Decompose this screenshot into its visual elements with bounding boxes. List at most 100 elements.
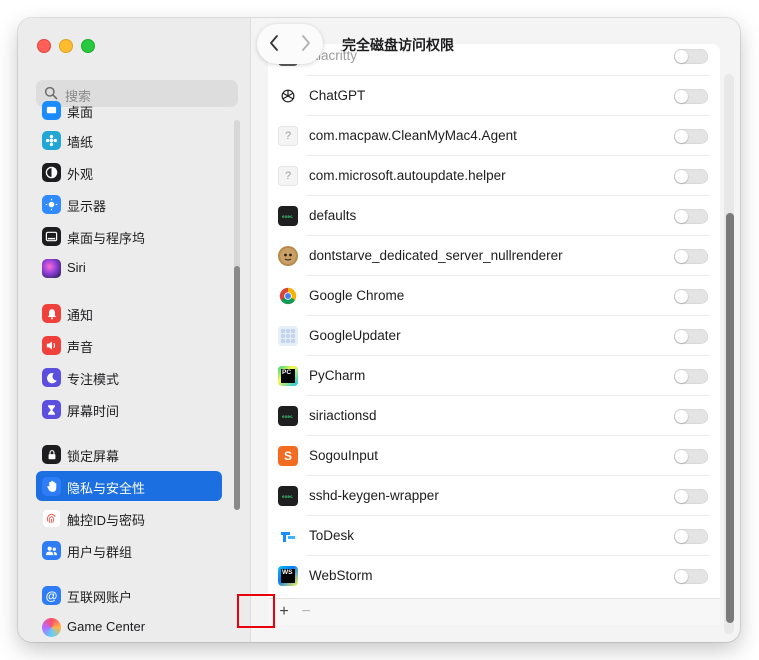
app-row: S SogouInput [268, 436, 720, 476]
svg-text:exec: exec [282, 495, 293, 499]
app-access-toggle[interactable] [674, 409, 708, 424]
at-icon: @ [42, 586, 61, 605]
add-app-button[interactable]: + [274, 602, 294, 622]
generic-file-icon: ? [278, 166, 298, 186]
svg-text:exec: exec [282, 415, 293, 419]
webstorm-icon: WS [278, 566, 298, 586]
app-name: WebStorm [309, 568, 373, 583]
sidebar-item-label: 外观 [67, 167, 94, 182]
sidebar-item-label: 触控ID与密码 [67, 513, 146, 528]
app-access-toggle[interactable] [674, 289, 708, 304]
sidebar-item-wallpaper[interactable]: 墙纸 [36, 125, 222, 155]
terminal-icon: exec [278, 206, 298, 226]
sidebar-item-label: 屏幕时间 [67, 404, 120, 419]
sidebar-item-appearance[interactable]: 外观 [36, 157, 222, 187]
sidebar-scrollbar-thumb[interactable] [234, 266, 240, 510]
app-access-toggle[interactable] [674, 249, 708, 264]
desktop-icon [42, 101, 61, 120]
app-name: Google Chrome [309, 288, 405, 303]
remove-app-button[interactable]: − [296, 602, 316, 622]
app-row: Alacritty [268, 44, 720, 76]
sidebar-item-users-groups[interactable]: 用户与群组 [36, 535, 222, 565]
add-button-highlight-box [237, 594, 275, 628]
moon-icon [42, 368, 61, 387]
sidebar-item-privacy-security[interactable]: 隐私与安全性 [36, 471, 222, 501]
app-row: PC PyCharm [268, 356, 720, 396]
sidebar-item-desktop[interactable]: 桌面 [36, 95, 222, 125]
app-row: ? com.macpaw.CleanMyMac4.Agent [268, 116, 720, 156]
sidebar-item-label: 通知 [67, 308, 94, 323]
sidebar-item-display[interactable]: 显示器 [36, 189, 222, 219]
minimize-window-button[interactable] [59, 39, 73, 53]
app-name: siriactionsd [309, 408, 377, 423]
sidebar-item-sound[interactable]: 声音 [36, 330, 222, 360]
chrome-icon [278, 286, 298, 306]
sidebar-item-notifications[interactable]: 通知 [36, 298, 222, 328]
app-row: exec defaults [268, 196, 720, 236]
app-name: SogouInput [309, 448, 379, 463]
toggle-knob [675, 170, 688, 183]
app-name: PyCharm [309, 368, 366, 383]
app-row: Google Chrome [268, 276, 720, 316]
app-access-toggle[interactable] [674, 329, 708, 344]
sidebar-item-internet-accounts[interactable]: @ 互联网账户 [36, 580, 222, 610]
chatgpt-icon [278, 86, 298, 106]
app-name: defaults [309, 208, 357, 223]
forward-button[interactable] [301, 34, 311, 57]
game-center-icon [42, 618, 61, 637]
app-access-toggle[interactable] [674, 169, 708, 184]
app-access-toggle[interactable] [674, 489, 708, 504]
main-scrollbar-thumb[interactable] [726, 213, 734, 623]
hourglass-icon [42, 400, 61, 419]
sidebar-item-touch-id[interactable]: 触控ID与密码 [36, 503, 222, 533]
sidebar-item-label: 锁定屏幕 [67, 449, 120, 464]
close-window-button[interactable] [37, 39, 51, 53]
app-access-toggle[interactable] [674, 569, 708, 584]
toggle-knob [675, 50, 688, 63]
lock-screen-icon [42, 445, 61, 464]
app-access-toggle[interactable] [674, 449, 708, 464]
sidebar-item-dock[interactable]: 桌面与程序坞 [36, 221, 222, 251]
zoom-window-button[interactable] [81, 39, 95, 53]
app-row: WS WebStorm [268, 556, 720, 596]
toggle-knob [675, 530, 688, 543]
sidebar-item-siri[interactable]: Siri [36, 253, 222, 283]
app-name: dontstarve_dedicated_server_nullrenderer [309, 248, 563, 263]
wallpaper-icon [42, 131, 61, 150]
dock-icon [42, 227, 61, 246]
sidebar: 搜索 桌面 墙纸 外观 显示器 桌面与程序坞 Siri 通知 声音 专注模式 屏… [18, 18, 251, 642]
app-access-toggle[interactable] [674, 49, 708, 64]
sidebar-item-label: 墙纸 [67, 135, 94, 150]
siri-icon [42, 259, 61, 278]
list-footer: + − [268, 598, 720, 625]
back-button[interactable] [269, 34, 279, 57]
app-name: com.macpaw.CleanMyMac4.Agent [309, 128, 517, 143]
app-access-toggle[interactable] [674, 129, 708, 144]
users-icon [42, 541, 61, 560]
google-updater-icon [278, 326, 298, 346]
dontstarve-icon [278, 246, 298, 266]
app-name: GoogleUpdater [309, 328, 401, 343]
app-access-toggle[interactable] [674, 89, 708, 104]
sidebar-item-label: 互联网账户 [67, 590, 133, 605]
sidebar-item-screen-time[interactable]: 屏幕时间 [36, 394, 222, 424]
sidebar-item-label: 显示器 [67, 199, 107, 214]
sound-icon [42, 336, 61, 355]
sidebar-item-label: 专注模式 [67, 372, 120, 387]
hand-icon [42, 477, 61, 496]
terminal-icon: exec [278, 486, 298, 506]
sidebar-item-lock-screen[interactable]: 锁定屏幕 [36, 439, 222, 469]
page-title: 完全磁盘访问权限 [342, 37, 454, 53]
todesk-icon [278, 526, 298, 546]
fingerprint-icon [42, 509, 61, 528]
app-access-toggle[interactable] [674, 369, 708, 384]
sidebar-item-game-center[interactable]: Game Center [36, 612, 222, 642]
app-row: ToDesk [268, 516, 720, 556]
app-access-toggle[interactable] [674, 529, 708, 544]
sidebar-item-focus[interactable]: 专注模式 [36, 362, 222, 392]
app-access-toggle[interactable] [674, 209, 708, 224]
pycharm-icon: PC [278, 366, 298, 386]
generic-file-icon: ? [278, 126, 298, 146]
app-permission-list: Alacritty ChatGPT ? com.macpaw.CleanMyMa… [268, 44, 720, 620]
bell-icon [42, 304, 61, 323]
